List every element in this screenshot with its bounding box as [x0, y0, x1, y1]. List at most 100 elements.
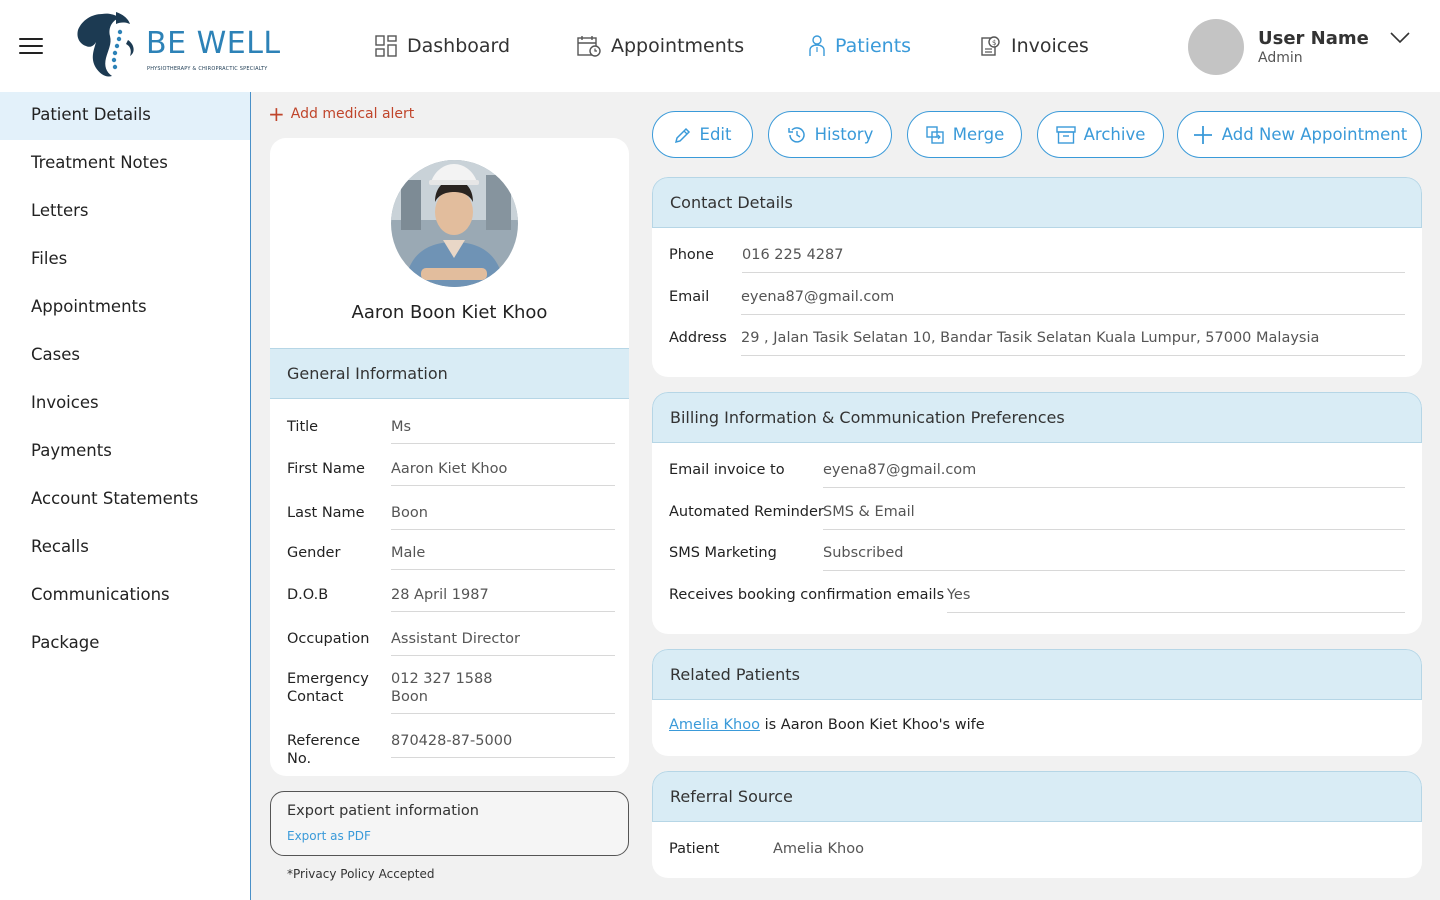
nav-appointments-label: Appointments — [611, 35, 745, 57]
nav-patients[interactable]: Patients — [809, 30, 911, 62]
sidebar-item-patient-details[interactable]: Patient Details — [0, 92, 250, 140]
patient-photo — [391, 160, 518, 287]
nav-dashboard-label: Dashboard — [407, 35, 511, 57]
dashboard-icon — [375, 35, 397, 57]
brand-logo[interactable]: BE WELL PHYSIOTHERAPY & CHIROPRACTIC SPE… — [72, 10, 282, 80]
related-patient-entry: Amelia Khoo is Aaron Boon Kiet Khoo's wi… — [669, 717, 985, 733]
spine-logo-icon — [77, 12, 134, 77]
history-button-label: History — [814, 125, 874, 144]
referral-source-heading: Referral Source — [652, 771, 1422, 822]
automated-reminder-label: Automated Reminder — [669, 504, 824, 520]
field-label: Occupation — [287, 631, 370, 647]
field-label: Gender — [287, 545, 341, 561]
archive-button[interactable]: Archive — [1037, 111, 1164, 158]
calendar-icon — [577, 36, 601, 57]
email-label: Email — [669, 289, 710, 305]
sidebar-item-communications[interactable]: Communications — [0, 572, 250, 620]
field-label: Title — [287, 419, 319, 435]
svg-text:$: $ — [992, 39, 996, 47]
sidebar-item-letters[interactable]: Letters — [0, 188, 250, 236]
archive-icon — [1055, 125, 1076, 144]
nav-patients-label: Patients — [835, 35, 912, 57]
relation-type: wife — [954, 717, 985, 733]
avatar[interactable] — [1188, 19, 1244, 75]
sidebar: Patient Details Treatment Notes Letters … — [0, 92, 251, 900]
sidebar-item-payments[interactable]: Payments — [0, 428, 250, 476]
export-title: Export patient information — [287, 803, 479, 819]
referral-value: Amelia Khoo — [773, 841, 864, 857]
related-patients-heading: Related Patients — [652, 649, 1422, 700]
sidebar-item-treatment-notes[interactable]: Treatment Notes — [0, 140, 250, 188]
field-value: Male — [391, 544, 615, 570]
merge-button-label: Merge — [952, 125, 1005, 144]
add-medical-alert-link[interactable]: + Add medical alert — [268, 102, 415, 126]
merge-icon — [926, 125, 944, 144]
sidebar-item-files[interactable]: Files — [0, 236, 250, 284]
edit-button-label: Edit — [699, 125, 732, 144]
plus-icon: + — [268, 102, 285, 126]
field-value: Ms — [391, 418, 615, 444]
sidebar-item-package[interactable]: Package — [0, 620, 250, 668]
field-value: Boon — [391, 504, 615, 530]
related-text: is Aaron Boon Kiet Khoo's — [759, 717, 955, 733]
sidebar-item-invoices[interactable]: Invoices — [0, 380, 250, 428]
field-value: 012 327 1588 Boon — [391, 670, 615, 714]
field-value: 870428-87-5000 — [391, 732, 615, 758]
email-invoice-label: Email invoice to — [669, 462, 785, 478]
related-patient-link[interactable]: Amelia Khoo — [669, 717, 760, 733]
field-value: Aaron Kiet Khoo — [391, 460, 615, 486]
nav-invoices-label: Invoices — [1011, 35, 1089, 57]
edit-button[interactable]: Edit — [652, 111, 753, 158]
brand-tagline: PHYSIOTHERAPY & CHIROPRACTIC SPECIALTY — [147, 66, 268, 72]
nav-appointments[interactable]: Appointments — [577, 30, 744, 62]
field-value: 28 April 1987 — [391, 586, 615, 612]
field-label: Last Name — [287, 505, 365, 521]
sidebar-item-account-statements[interactable]: Account Statements — [0, 476, 250, 524]
menu-icon[interactable] — [19, 38, 43, 56]
sidebar-item-appointments[interactable]: Appointments — [0, 284, 250, 332]
field-label: Emergency Contact — [287, 670, 387, 706]
related-patients-card: Related Patients Amelia Khoo is Aaron Bo… — [652, 649, 1422, 756]
user-name: User Name — [1258, 28, 1369, 49]
emergency-name: Boon — [391, 689, 428, 705]
nav-dashboard[interactable]: Dashboard — [375, 30, 510, 62]
add-new-appointment-button[interactable]: Add New Appointment — [1177, 111, 1422, 158]
contact-details-heading: Contact Details — [652, 177, 1422, 228]
phone-label: Phone — [669, 247, 714, 263]
sms-marketing-label: SMS Marketing — [669, 545, 777, 561]
referral-label: Patient — [669, 841, 720, 857]
patient-profile-card: Aaron Boon Kiet Khoo General Information… — [270, 138, 629, 776]
emergency-phone: 012 327 1588 — [391, 671, 493, 687]
referral-source-card: Referral Source Patient Amelia Khoo — [652, 771, 1422, 878]
automated-reminder-value: SMS & Email — [823, 503, 1405, 530]
invoice-icon: $ — [981, 36, 1000, 56]
sidebar-item-recalls[interactable]: Recalls — [0, 524, 250, 572]
address-label: Address — [669, 330, 727, 346]
general-information-heading: General Information — [270, 348, 629, 399]
billing-preferences-card: Billing Information & Communication Pref… — [652, 392, 1422, 634]
add-new-appointment-label: Add New Appointment — [1221, 125, 1408, 144]
history-icon — [787, 126, 805, 143]
contact-details-card: Contact Details Phone 016 225 4287 Email… — [652, 177, 1422, 377]
booking-confirmation-value: Yes — [947, 586, 1405, 613]
plus-icon — [1193, 125, 1212, 144]
history-button[interactable]: History — [768, 111, 892, 158]
nav-invoices[interactable]: $ Invoices — [979, 30, 1089, 62]
booking-confirmation-label: Receives booking confirmation emails — [669, 587, 945, 603]
export-pdf-link[interactable]: Export as PDF — [287, 829, 371, 843]
field-value: Assistant Director — [391, 630, 615, 656]
phone-value: 016 225 4287 — [742, 246, 1405, 273]
sidebar-item-cases[interactable]: Cases — [0, 332, 250, 380]
add-medical-alert-label: Add medical alert — [290, 106, 415, 122]
top-bar: BE WELL PHYSIOTHERAPY & CHIROPRACTIC SPE… — [0, 0, 1440, 92]
email-value: eyena87@gmail.com — [741, 288, 1405, 315]
address-value: 29 , Jalan Tasik Selatan 10, Bandar Tasi… — [741, 329, 1405, 356]
chevron-down-icon[interactable] — [1390, 32, 1410, 44]
field-label: Reference No. — [287, 733, 361, 767]
patient-icon — [809, 35, 825, 56]
privacy-note: *Privacy Policy Accepted — [287, 867, 435, 881]
merge-button[interactable]: Merge — [907, 111, 1022, 158]
brand-name: BE WELL — [146, 26, 281, 61]
archive-button-label: Archive — [1083, 125, 1146, 144]
email-invoice-value: eyena87@gmail.com — [823, 461, 1405, 488]
